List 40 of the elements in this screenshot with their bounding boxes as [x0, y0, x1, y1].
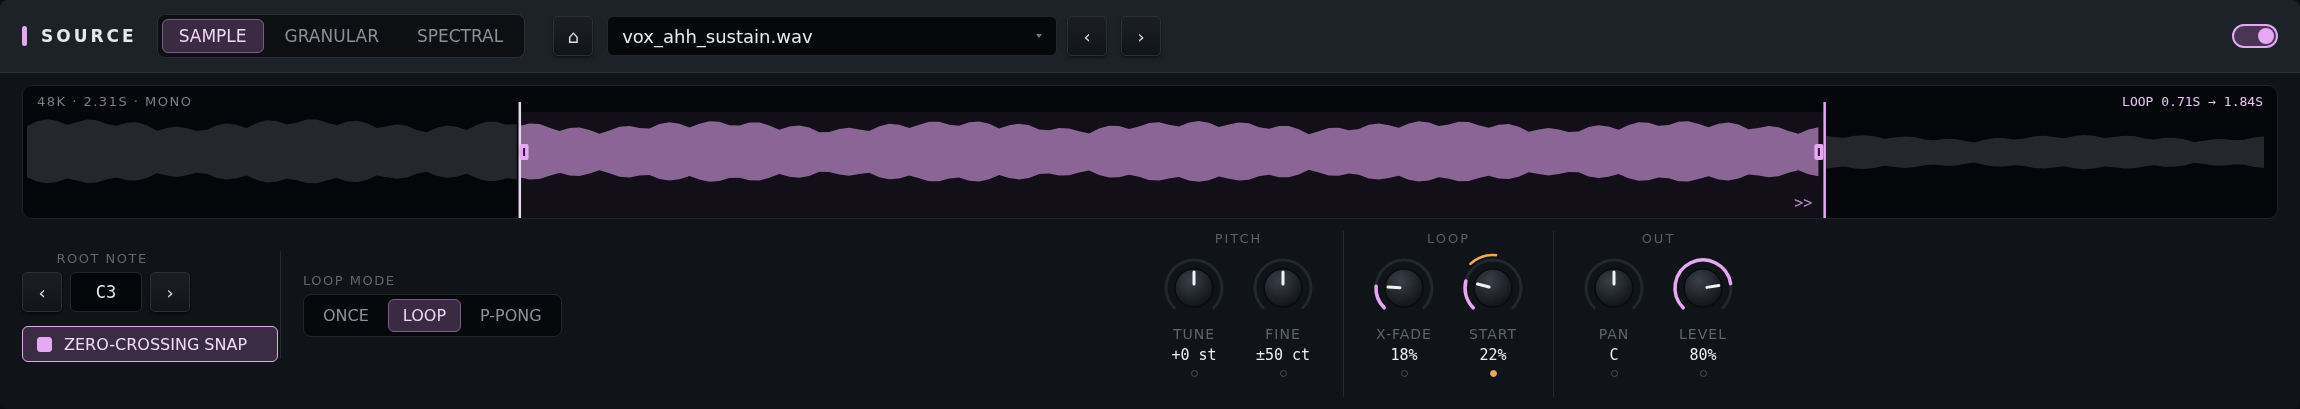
- power-toggle[interactable]: [2232, 24, 2278, 48]
- knob-label: LEVEL: [1679, 326, 1727, 342]
- accent-bar: [22, 26, 27, 46]
- tab[interactable]: SPECTRAL: [399, 19, 521, 53]
- root-note-label: ROOT NOTE: [55, 251, 149, 266]
- knob-value: +0 st: [1171, 346, 1217, 364]
- knob-label: X-FADE: [1376, 326, 1432, 342]
- home-button[interactable]: ⌂: [553, 16, 594, 56]
- knob-label: FINE: [1265, 326, 1301, 342]
- root-note-field[interactable]: C3: [70, 272, 142, 312]
- loop-mode-option[interactable]: P-PONG: [465, 299, 557, 332]
- caret-icon: [1036, 34, 1043, 38]
- knob-label: PAN: [1598, 326, 1630, 342]
- knob-label: TUNE: [1172, 326, 1216, 342]
- loop-marker: >>: [1794, 194, 1813, 212]
- section-heading: LOOP: [1426, 231, 1471, 246]
- loop-mode-option[interactable]: LOOP: [387, 299, 462, 332]
- loop-mode-option[interactable]: ONCE: [308, 299, 384, 332]
- loop-start-handle[interactable]: [518, 102, 529, 218]
- loop-range-label: LOOP 0.71S → 1.84S: [2122, 94, 2263, 109]
- next-button[interactable]: ›: [1121, 16, 1162, 56]
- tab[interactable]: GRANULAR: [267, 19, 396, 53]
- previous-button[interactable]: ‹: [1067, 16, 1108, 56]
- knob-value: C: [1609, 346, 1619, 364]
- section-heading: PITCH: [1214, 231, 1263, 246]
- zero-crossing-snap-toggle[interactable]: ZERO-CROSSING SNAP: [22, 326, 278, 362]
- loop-end-handle[interactable]: [1814, 102, 1826, 218]
- knob-label: START: [1468, 326, 1518, 342]
- file-dropdown[interactable]: vox_ahh_sustain.wav: [607, 16, 1058, 56]
- loop-mode-label: LOOP MODE: [303, 273, 397, 288]
- knob-value: 22%: [1479, 346, 1507, 364]
- previous-note-button[interactable]: ‹: [22, 272, 62, 312]
- section-heading: OUT: [1641, 231, 1676, 246]
- knob-value: 18%: [1390, 346, 1418, 364]
- next-note-button[interactable]: ›: [150, 272, 190, 312]
- tab[interactable]: SAMPLE: [161, 19, 264, 53]
- sample-info: 48K · 2.31S · MONO: [37, 94, 193, 109]
- knob-value: 80%: [1689, 346, 1717, 364]
- section-title: SOURCE: [41, 26, 137, 46]
- knob-value: ±50 ct: [1255, 346, 1311, 364]
